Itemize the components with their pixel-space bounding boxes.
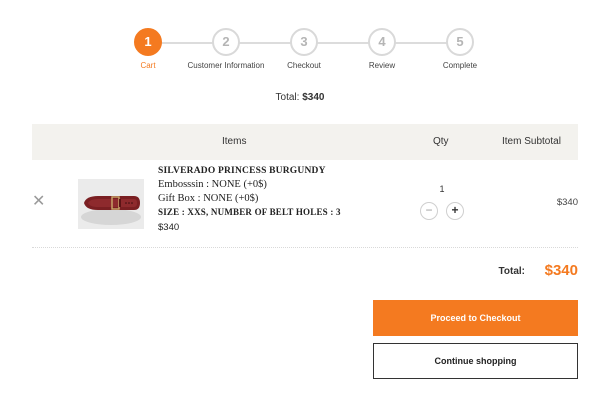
- total-label: Total:: [498, 266, 525, 277]
- step-cart[interactable]: 1 Cart: [108, 28, 188, 70]
- item-option-gift-box: Gift Box : NONE (+0$): [158, 193, 259, 204]
- item-title[interactable]: SILVERADO PRINCESS BURGUNDY: [158, 166, 398, 176]
- step-checkout[interactable]: 3 Checkout: [264, 28, 344, 70]
- cart-total-row: Total: $340: [0, 262, 578, 282]
- step-number: 4: [368, 28, 396, 56]
- proceed-to-checkout-button[interactable]: Proceed to Checkout: [373, 300, 578, 336]
- step-label: Customer Information: [187, 61, 265, 70]
- close-icon[interactable]: ✕: [32, 194, 45, 210]
- product-image[interactable]: [78, 179, 144, 229]
- summary-total-value: $340: [302, 92, 325, 103]
- item-price: $340: [158, 222, 180, 233]
- step-number: 3: [290, 28, 318, 56]
- decrease-quantity-button[interactable]: −: [420, 202, 438, 220]
- checkout-stepper: 1 Cart 2 Customer Information 3 Checkout…: [110, 28, 500, 78]
- header-subtotal: Item Subtotal: [502, 136, 561, 147]
- item-details: SILVERADO PRINCESS BURGUNDY Embosssin : …: [158, 166, 398, 233]
- item-option-embossing: Embosssin : NONE (+0$): [158, 179, 267, 190]
- cart-table-header: Items Qty Item Subtotal: [32, 124, 578, 160]
- continue-shopping-button[interactable]: Continue shopping: [373, 343, 578, 379]
- step-label: Complete: [442, 61, 478, 70]
- step-number: 5: [446, 28, 474, 56]
- summary-total-label: Total:: [275, 92, 300, 103]
- step-customer-information[interactable]: 2 Customer Information: [186, 28, 266, 70]
- step-complete[interactable]: 5 Complete: [420, 28, 500, 70]
- item-option-size: SIZE : XXS, NUMBER OF BELT HOLES : 3: [158, 207, 341, 217]
- quantity-value: 1: [439, 184, 445, 194]
- belt-image: [78, 179, 144, 229]
- step-label: Checkout: [287, 61, 321, 70]
- step-number: 2: [212, 28, 240, 56]
- cart-item-row: ✕ SILVERADO PRINCESS BURGUNDY Embosssin …: [32, 160, 578, 248]
- step-review[interactable]: 4 Review: [342, 28, 422, 70]
- total-value: $340: [544, 262, 578, 279]
- cart-total-summary: Total: $340: [0, 92, 600, 103]
- quantity-stepper: 1 − +: [420, 184, 464, 220]
- step-label: Review: [368, 61, 396, 70]
- header-items: Items: [222, 136, 247, 147]
- increase-quantity-button[interactable]: +: [446, 202, 464, 220]
- header-qty: Qty: [433, 136, 449, 147]
- item-subtotal: $340: [556, 197, 578, 208]
- step-number: 1: [134, 28, 162, 56]
- step-label: Cart: [140, 61, 156, 70]
